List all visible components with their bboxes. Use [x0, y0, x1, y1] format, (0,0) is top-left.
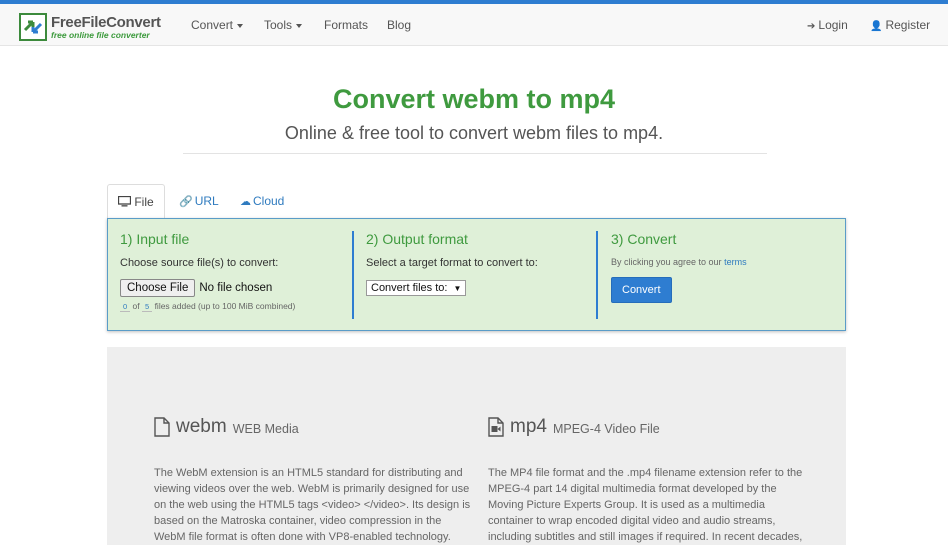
target-format-description: The MP4 file format and the .mp4 filenam… — [488, 467, 803, 543]
tab-file[interactable]: File — [107, 184, 165, 219]
nav-register[interactable]: 👤 Register — [870, 4, 930, 46]
tab-file-label: File — [134, 195, 154, 209]
output-format-select-label: Convert files to: — [371, 282, 448, 294]
nav-convert-label: Convert — [191, 18, 234, 32]
tab-cloud-label: Cloud — [253, 194, 285, 208]
file-count-line: 0 of 5 files added (up to 100 MiB combin… — [120, 301, 350, 312]
nav-convert[interactable]: Convert — [191, 4, 244, 46]
files-added-count: 0 — [120, 302, 131, 312]
source-format-description: The WebM extension is an HTML5 standard … — [154, 467, 471, 543]
nav-register-label: Register — [885, 18, 931, 32]
output-step-instruction: Select a target format to convert to: — [366, 257, 538, 269]
brand-tagline: free online file converter — [51, 29, 150, 40]
convert-button[interactable]: Convert — [611, 277, 672, 303]
output-format-select[interactable]: Convert files to: ▼ — [366, 280, 467, 296]
user-icon: 👤 — [870, 21, 883, 32]
login-icon: ➔ — [807, 21, 816, 32]
brand-title: FreeFileConvert — [51, 13, 161, 31]
terms-prefix: By clicking you agree to our — [611, 257, 722, 267]
nav-blog[interactable]: Blog — [387, 4, 411, 46]
format-info-section: webm WEB Media The WebM extension is an … — [107, 347, 846, 545]
link-icon: 🔗 — [179, 196, 193, 208]
file-icon — [154, 417, 170, 437]
cloud-icon: ☁ — [240, 196, 251, 208]
convert-step-heading: 3) Convert — [611, 231, 677, 247]
terms-notice: By clicking you agree to our terms — [611, 257, 836, 267]
files-max-count: 5 — [142, 302, 153, 312]
page-title: Convert webm to mp4 — [332, 84, 616, 114]
nav-login[interactable]: ➔ Login — [807, 4, 848, 46]
input-file-step: 1) Input file Choose source file(s) to c… — [120, 231, 350, 319]
brand-logo[interactable]: FreeFileConvert free online file convert… — [19, 11, 164, 43]
video-file-icon — [488, 417, 504, 437]
page-subtitle: Online & free tool to convert webm files… — [284, 123, 664, 143]
monitor-icon — [118, 195, 132, 207]
caret-down-icon — [237, 23, 244, 28]
terms-link[interactable]: terms — [724, 257, 747, 267]
tab-cloud[interactable]: ☁ Cloud — [240, 184, 284, 219]
target-format-fullname: MPEG-4 Video File — [552, 422, 660, 436]
nav-formats[interactable]: Formats — [324, 4, 368, 46]
divider — [183, 153, 767, 154]
output-format-step: 2) Output format Select a target format … — [366, 231, 591, 319]
step-separator — [352, 231, 354, 319]
file-chosen-text: No file chosen — [199, 282, 273, 294]
select-arrow-icon: ▼ — [453, 284, 462, 293]
nav-tools[interactable]: Tools — [264, 4, 303, 46]
logo-arrows-icon — [19, 13, 47, 41]
source-format-info: webm WEB Media The WebM extension is an … — [154, 415, 474, 545]
nav-login-label: Login — [818, 18, 848, 32]
step-separator — [596, 231, 598, 319]
of-text: of — [132, 301, 140, 311]
source-format-name: webm — [176, 416, 227, 437]
tab-url-label: URL — [194, 194, 219, 208]
input-step-heading: 1) Input file — [120, 231, 190, 247]
output-step-heading: 2) Output format — [366, 231, 468, 247]
file-limit-text: files added (up to 100 MiB combined) — [154, 301, 296, 311]
target-format-info: mp4 MPEG-4 Video File The MP4 file forma… — [488, 415, 808, 545]
convert-step: 3) Convert By clicking you agree to our … — [611, 231, 836, 319]
input-step-instruction: Choose source file(s) to convert: — [120, 257, 279, 269]
navbar: FreeFileConvert free online file convert… — [0, 4, 948, 46]
choose-file-button[interactable]: Choose File — [120, 279, 196, 297]
source-format-fullname: WEB Media — [232, 422, 299, 436]
conversion-panel: 1) Input file Choose source file(s) to c… — [107, 218, 846, 331]
target-format-name: mp4 — [510, 416, 547, 437]
caret-down-icon — [296, 23, 303, 28]
nav-tools-label: Tools — [264, 18, 293, 32]
tab-url[interactable]: 🔗 URL — [179, 184, 219, 219]
